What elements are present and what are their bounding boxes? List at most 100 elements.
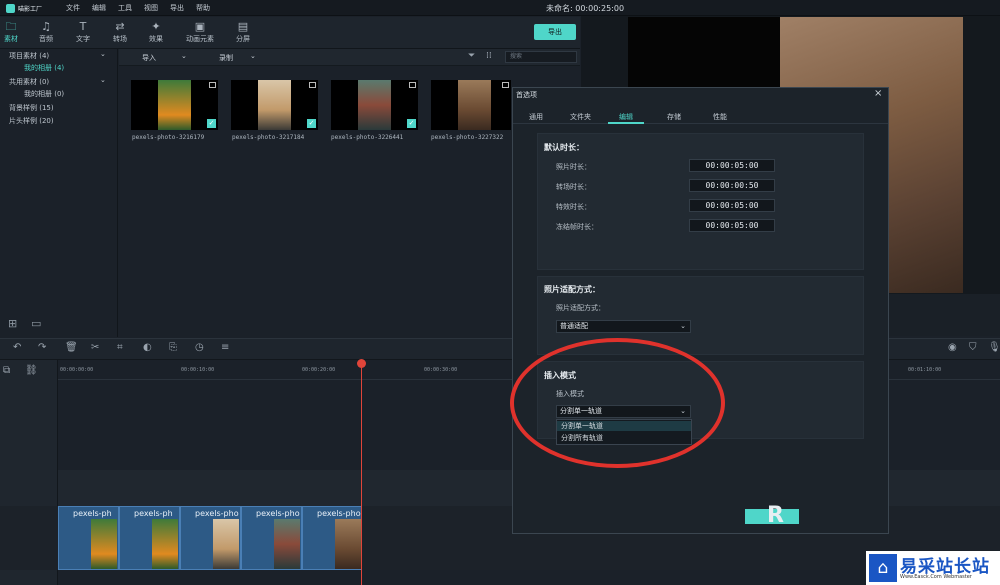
menu-help[interactable]: 帮助 (196, 3, 210, 13)
playhead[interactable] (361, 360, 362, 585)
ruler-time: 00:00:20:00 (302, 367, 336, 373)
record-dropdown[interactable]: 录制 (219, 53, 233, 63)
logo-icon (6, 3, 15, 13)
sidebar-item-shared-media[interactable]: 共用素材 (0) (9, 77, 49, 87)
tab-elements[interactable]: ▣ 动画元素 (183, 20, 217, 44)
folder-icon: 🗀 (5, 20, 17, 33)
menu-view[interactable]: 视图 (144, 3, 158, 13)
chevron-down-icon[interactable]: ⌄ (100, 50, 106, 58)
undo-icon[interactable]: ↶ (13, 342, 21, 353)
timeline-clip[interactable]: pexels-pho (241, 506, 302, 570)
highlight-annotation (510, 338, 725, 468)
asset-toolbar: 🗀 素材 ♫ 音频 T 文字 ⇄ 转场 ✦ 效果 ▣ 动画元素 ▤ 分屏 (0, 17, 580, 49)
photo-fit-select[interactable]: 普通适配 ⌄ (556, 320, 691, 333)
freeze-frame-duration-label: 冻结帧时长： (556, 223, 598, 231)
tab-general[interactable]: 通用 (529, 112, 543, 122)
menu-file[interactable]: 文件 (66, 3, 80, 13)
tab-splitscreen[interactable]: ▤ 分屏 (226, 20, 260, 44)
tab-text[interactable]: T 文字 (66, 20, 100, 44)
media-name: pexels-photo-3217184 (232, 134, 305, 141)
splitscreen-icon: ▤ (237, 20, 249, 33)
playhead-handle[interactable] (357, 359, 366, 368)
photo-fit-label: 照片适配方式： (556, 304, 605, 312)
close-icon[interactable]: × (874, 88, 882, 99)
check-icon: ✓ (307, 119, 316, 128)
ruler-time: 00:00:30:00 (424, 367, 458, 373)
ruler-time: 00:00:00:00 (60, 367, 94, 373)
photo-duration-input[interactable]: 00:00:05:00 (689, 159, 775, 172)
chevron-down-icon: ⌄ (680, 322, 686, 330)
speed-icon[interactable]: ◷ (195, 342, 204, 353)
adjust-icon[interactable]: ≡ (221, 342, 229, 353)
transition-icon: ⇄ (115, 20, 125, 33)
photo-thumbnail (458, 80, 491, 130)
tab-transition[interactable]: ⇄ 转场 (103, 20, 137, 44)
marker-icon[interactable]: ⛉ (969, 342, 977, 353)
ruler-time: 00:00:10:00 (181, 367, 215, 373)
timeline-clip[interactable]: pexels-pho (302, 506, 362, 570)
link-icon[interactable]: ⛓ (25, 365, 38, 376)
tab-media[interactable]: 🗀 素材 (0, 20, 28, 44)
media-thumb[interactable]: ✓ (231, 80, 318, 130)
menu-export[interactable]: 导出 (170, 3, 184, 13)
clip-thumbnail (91, 519, 117, 569)
media-thumb[interactable]: ✓ (131, 80, 218, 130)
color-icon[interactable]: ◐ (143, 342, 152, 353)
ruler-time: 00:01:10:00 (908, 367, 942, 373)
sidebar-item-my-album[interactable]: 我的相册 (4) (24, 63, 64, 73)
delete-icon[interactable]: 🗑 (65, 342, 78, 353)
photo-thumbnail (358, 80, 391, 130)
media-name: pexels-photo-3226441 (331, 134, 404, 141)
export-button[interactable]: 导出 (534, 24, 576, 40)
media-thumb[interactable] (431, 80, 511, 130)
timeline-clip[interactable]: pexels-ph (58, 506, 119, 570)
chevron-down-icon[interactable]: ⌄ (181, 52, 187, 60)
add-track-icon[interactable]: ⧉ (3, 365, 10, 376)
clip-thumbnail (152, 519, 178, 569)
check-icon: ✓ (407, 119, 416, 128)
render-icon[interactable]: ◉ (948, 342, 957, 353)
sidebar-item-backgrounds[interactable]: 背景样例 (15) (9, 103, 54, 113)
snapshot-icon[interactable]: ⎘ (169, 342, 177, 353)
grid-view-icon[interactable]: ⁞⁞ (486, 51, 492, 61)
main-menu: 文件 编辑 工具 视图 导出 帮助 (66, 0, 210, 16)
import-dropdown[interactable]: 导入 (142, 53, 156, 63)
folder-icon[interactable]: ▭ (31, 317, 41, 330)
crop-icon[interactable]: ⌗ (117, 342, 123, 353)
tab-folders[interactable]: 文件夹 (570, 112, 591, 122)
chevron-down-icon[interactable]: ⌄ (250, 52, 256, 60)
freeze-frame-duration-input[interactable]: 00:00:05:00 (689, 219, 775, 232)
image-type-icon (502, 82, 509, 88)
window-title: 未命名: 00:00:25:00 (546, 4, 625, 13)
sidebar-item-my-album-shared[interactable]: 我的相册 (0) (24, 89, 64, 99)
effect-duration-input[interactable]: 00:00:05:00 (689, 199, 775, 212)
transition-duration-input[interactable]: 00:00:00:50 (689, 179, 775, 192)
tab-audio[interactable]: ♫ 音频 (29, 20, 63, 44)
cut-icon[interactable]: ✂ (91, 342, 99, 353)
section-title: 默认时长： (544, 143, 584, 152)
add-folder-icon[interactable]: ⊞ (8, 317, 17, 330)
elements-icon: ▣ (194, 20, 206, 33)
sidebar-item-intros[interactable]: 片头样例 (20) (9, 116, 54, 126)
ok-button-label: R (767, 503, 784, 528)
tab-edit[interactable]: 编辑 (619, 112, 633, 122)
image-type-icon (209, 82, 216, 88)
menu-tools[interactable]: 工具 (118, 3, 132, 13)
tab-performance[interactable]: 性能 (713, 112, 727, 122)
media-thumb[interactable]: ✓ (331, 80, 418, 130)
mic-icon[interactable]: 🎙 (988, 342, 1000, 353)
filter-icon[interactable]: ⏷ (468, 51, 475, 61)
timeline-clip[interactable]: pexels-pho (180, 506, 241, 570)
timeline-clip[interactable]: pexels-ph (119, 506, 180, 570)
watermark: ⌂ 易采站长站 Www.Easck.Com Webmaster (866, 551, 1000, 585)
tab-storage[interactable]: 存储 (667, 112, 681, 122)
redo-icon[interactable]: ↷ (38, 342, 46, 353)
image-type-icon (409, 82, 416, 88)
photo-duration-label: 照片时长： (556, 163, 591, 171)
media-name: pexels-photo-3227322 (431, 134, 504, 141)
search-input[interactable]: 搜索 (505, 51, 577, 63)
tab-effects[interactable]: ✦ 效果 (139, 20, 173, 44)
menu-edit[interactable]: 编辑 (92, 3, 106, 13)
chevron-down-icon[interactable]: ⌄ (100, 76, 106, 84)
sidebar-item-project-media[interactable]: 项目素材 (4) (9, 51, 49, 61)
